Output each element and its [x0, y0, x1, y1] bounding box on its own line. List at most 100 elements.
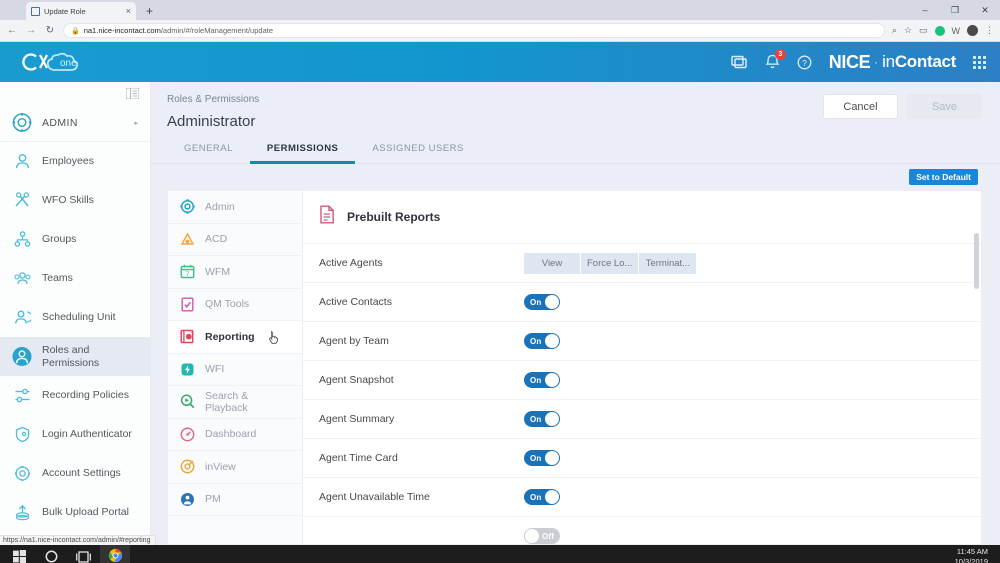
category-label: QM Tools — [205, 298, 250, 311]
category-item-reporting[interactable]: Reporting — [168, 321, 302, 354]
category-item-qm-tools[interactable]: QM Tools — [168, 289, 302, 321]
set-to-default-button[interactable]: Set to Default — [909, 169, 978, 185]
task-view-icon[interactable] — [68, 545, 98, 563]
category-item-dashboard[interactable]: Dashboard — [168, 419, 302, 451]
sidebar-item-roles-and-permissions[interactable]: Roles and Permissions — [0, 337, 150, 376]
tab-permissions[interactable]: PERMISSIONS — [249, 143, 356, 164]
forward-icon[interactable]: → — [25, 25, 37, 36]
back-icon[interactable]: ← — [6, 25, 18, 36]
tab-general[interactable]: GENERAL — [167, 143, 250, 163]
teams-icon — [12, 270, 32, 287]
help-icon[interactable]: ? — [797, 55, 812, 70]
svg-text:?: ? — [802, 58, 807, 68]
sidebar-item-scheduling-unit[interactable]: Scheduling Unit — [0, 298, 150, 337]
maximize-button[interactable]: ❐ — [940, 0, 970, 20]
sidebar-item-teams[interactable]: Teams — [0, 259, 150, 298]
scrollbar-thumb[interactable] — [974, 233, 979, 289]
taskbar-clock[interactable]: 11:45 AM 10/3/2019 — [955, 547, 996, 563]
bookmark-star-icon[interactable]: ☆ — [904, 25, 912, 36]
bulk-upload-icon — [12, 504, 32, 521]
category-item-pm[interactable]: PM — [168, 484, 302, 516]
gauge-icon — [179, 427, 196, 442]
tab-assigned-users[interactable]: ASSIGNED USERS — [355, 143, 480, 163]
tab-close-icon[interactable]: × — [126, 6, 131, 16]
segment-view-button[interactable]: View — [524, 252, 581, 274]
browser-tab[interactable]: Update Role × — [26, 2, 136, 20]
url-text: na1.nice-incontact.com/admin/#/roleManag… — [84, 26, 273, 35]
set-to-default-row: Set to Default — [151, 164, 1000, 190]
notification-badge: 3 — [774, 49, 786, 60]
permission-toggle[interactable]: On — [524, 294, 560, 310]
segment-terminate-button[interactable]: Terminat... — [639, 252, 697, 274]
permission-toggle[interactable]: On — [524, 489, 560, 505]
permission-label: Agent by Team — [319, 335, 389, 347]
sidebar-item-admin[interactable]: ADMIN ▸ — [0, 104, 150, 142]
omnibox-search-icon[interactable]: ⌕ — [892, 25, 897, 36]
cast-icon[interactable]: ▭ — [919, 25, 928, 36]
category-item-admin[interactable]: Admin — [168, 191, 302, 224]
permission-rows: Active Agents View Force Lo... Terminat.… — [303, 244, 981, 544]
green-extension-icon[interactable] — [934, 25, 945, 36]
category-item-wfi[interactable]: WFI — [168, 354, 302, 386]
permission-toggle[interactable]: On — [524, 411, 560, 427]
sidebar-item-bulk-upload-portal[interactable]: Bulk Upload Portal — [0, 493, 150, 532]
cortana-search-icon[interactable] — [36, 545, 66, 563]
close-window-button[interactable]: ✕ — [970, 0, 1000, 20]
sidebar-item-account-settings[interactable]: Account Settings — [0, 454, 150, 493]
profile-avatar[interactable] — [967, 25, 978, 36]
window-controls: – ❐ ✕ — [910, 0, 1000, 20]
category-item-search-playback[interactable]: Search & Playback — [168, 386, 302, 419]
category-item-acd[interactable]: ACD — [168, 224, 302, 256]
address-bar[interactable]: 🔒 na1.nice-incontact.com/admin/#/roleMan… — [63, 23, 885, 38]
tab-title: Update Role — [44, 6, 86, 16]
clock-date: 10/3/2019 — [954, 556, 988, 563]
sidebar-item-employees[interactable]: Employees — [0, 142, 150, 181]
chrome-icon[interactable] — [100, 545, 130, 563]
sidebar-item-label: Login Authenticator — [42, 428, 132, 441]
sidebar-item-wfo-skills[interactable]: WFO Skills — [0, 181, 150, 220]
apps-grid-icon[interactable] — [973, 55, 986, 69]
panel-scrollbar[interactable] — [974, 233, 979, 542]
sidebar-item-groups[interactable]: Groups — [0, 220, 150, 259]
sidebar-item-label: Account Settings — [42, 467, 121, 480]
recording-policies-icon — [12, 387, 32, 404]
windows-start-icon[interactable] — [4, 545, 34, 563]
windows-taskbar: 11:45 AM 10/3/2019 — [0, 545, 1000, 563]
permission-category-list: Admin ACD 7 WFM QM Tools Reporting WFI S… — [167, 190, 302, 545]
brand-separator: · — [874, 55, 879, 69]
permission-row-agent-summary: Agent Summary On — [303, 400, 981, 439]
w-extension-icon[interactable]: W — [952, 26, 961, 36]
target-icon — [179, 459, 196, 474]
browser-menu-icon[interactable]: ⋮ — [985, 25, 994, 36]
brand-nice-text: NICE — [828, 51, 871, 72]
toggle-knob — [545, 490, 559, 504]
category-item-inview[interactable]: inView — [168, 451, 302, 484]
admin-gear-icon — [12, 112, 32, 133]
monitor-icon[interactable] — [731, 55, 748, 70]
new-tab-button[interactable]: + — [146, 4, 153, 20]
category-label: Admin — [205, 200, 235, 213]
collapse-sidebar-icon[interactable] — [0, 82, 150, 104]
sidebar-item-recording-policies[interactable]: Recording Policies — [0, 376, 150, 415]
bell-icon[interactable]: 3 — [765, 49, 786, 70]
cancel-button[interactable]: Cancel — [823, 94, 898, 119]
permission-toggle[interactable]: On — [524, 333, 560, 349]
toggle-knob — [545, 373, 559, 387]
primary-sidebar: ADMIN ▸ Employees WFO Skills Groups Team… — [0, 82, 157, 545]
permission-toggle[interactable]: On — [524, 450, 560, 466]
reload-icon[interactable]: ↻ — [44, 25, 56, 36]
segment-force-logout-button[interactable]: Force Lo... — [581, 252, 640, 274]
lock-icon: 🔒 — [71, 27, 80, 35]
cxone-logo[interactable]: one — [14, 49, 100, 75]
category-item-wfm[interactable]: 7 WFM — [168, 256, 302, 289]
document-icon — [319, 205, 335, 229]
permission-toggle[interactable]: Off — [524, 528, 560, 544]
sidebar-item-login-authenticator[interactable]: Login Authenticator — [0, 415, 150, 454]
chevron-right-icon[interactable]: ▸ — [134, 119, 138, 127]
sidebar-item-label: Recording Policies — [42, 389, 129, 402]
groups-icon — [12, 231, 32, 248]
permission-toggle[interactable]: On — [524, 372, 560, 388]
permission-row-agent-unavailable-time: Agent Unavailable Time On — [303, 478, 981, 517]
browser-tab-strip: Update Role × + – ❐ ✕ — [0, 0, 1000, 20]
minimize-button[interactable]: – — [910, 0, 940, 20]
